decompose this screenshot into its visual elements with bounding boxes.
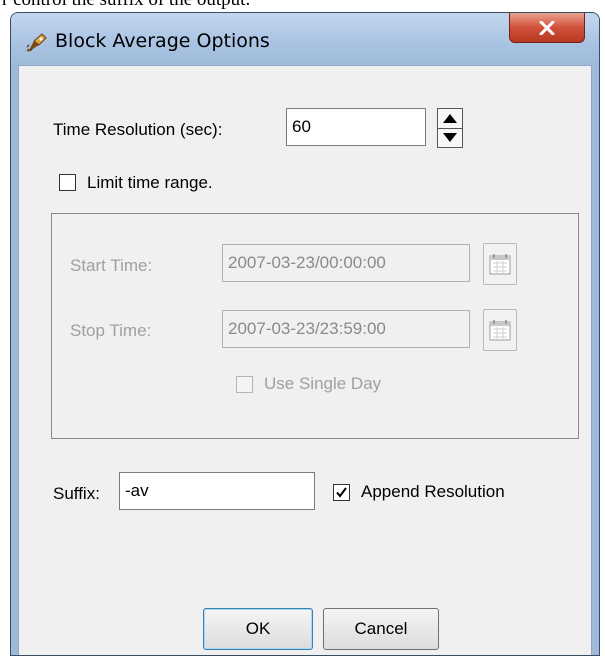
stop-time-label: Stop Time: <box>70 321 152 340</box>
spin-up-button[interactable] <box>438 109 462 129</box>
window-title: Block Average Options <box>55 30 270 52</box>
calendar-icon <box>489 320 511 341</box>
time-range-group: Start Time: Stop Time: <box>51 213 579 439</box>
rocket-app-icon <box>25 31 49 55</box>
start-time-label: Start Time: <box>70 256 153 275</box>
start-time-calendar-button[interactable] <box>483 243 517 285</box>
time-resolution-input[interactable] <box>286 108 426 146</box>
title-bar[interactable]: Block Average Options <box>11 13 599 65</box>
dialog-window: Block Average Options Time Resolution (s… <box>10 12 600 656</box>
limit-time-range-checkbox[interactable] <box>59 174 76 191</box>
close-button[interactable] <box>509 13 585 43</box>
ok-button[interactable]: OK <box>203 608 313 650</box>
append-resolution-checkbox[interactable] <box>333 484 350 501</box>
checkmark-icon <box>336 487 347 498</box>
use-single-day-checkbox[interactable] <box>236 376 253 393</box>
suffix-input[interactable] <box>119 472 315 510</box>
limit-time-range-label: Limit time range. <box>87 173 213 192</box>
calendar-icon <box>489 254 511 275</box>
use-single-day-label: Use Single Day <box>264 374 382 393</box>
time-resolution-label: Time Resolution (sec): <box>53 120 223 139</box>
stop-time-calendar-button[interactable] <box>483 309 517 351</box>
page-caption-fragment: r control the suffix of the output. <box>0 0 605 12</box>
time-resolution-spinner[interactable] <box>437 108 463 148</box>
spin-down-button[interactable] <box>438 128 462 147</box>
dialog-client-area: Time Resolution (sec): Limit time range.… <box>18 65 592 655</box>
suffix-label: Suffix: <box>53 484 100 503</box>
close-icon <box>539 20 555 35</box>
stop-time-input[interactable] <box>222 310 470 348</box>
spin-down-arrow-icon <box>443 133 457 142</box>
start-time-input[interactable] <box>222 244 470 282</box>
cancel-button[interactable]: Cancel <box>323 608 439 650</box>
spin-up-arrow-icon <box>443 114 457 123</box>
append-resolution-label: Append Resolution <box>361 482 505 501</box>
